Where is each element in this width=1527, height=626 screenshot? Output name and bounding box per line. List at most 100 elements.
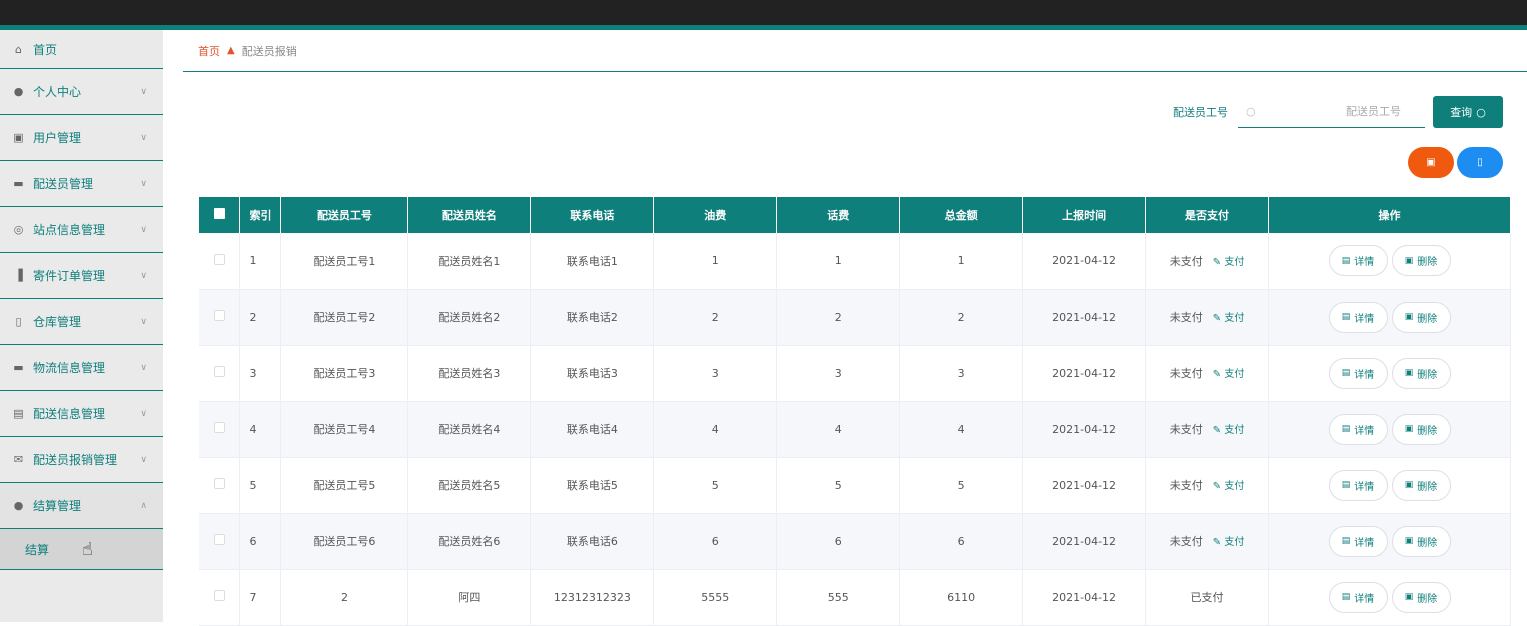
- cell-actions: ▤ 详情 ▣ 删除: [1268, 289, 1511, 346]
- detail-button[interactable]: ▤ 详情: [1328, 525, 1388, 557]
- row-checkbox[interactable]: [199, 457, 241, 514]
- pay-link[interactable]: ✎ 支付: [1213, 425, 1245, 436]
- sidebar-item-10[interactable]: ● 结算管理 ∧: [0, 483, 163, 529]
- cell-date: 2021-04-12: [1022, 569, 1147, 626]
- pay-link[interactable]: ✎ 支付: [1213, 257, 1245, 268]
- cell-name: 阿四: [407, 569, 532, 626]
- sidebar-item-2[interactable]: ▣ 用户管理 ∨: [0, 115, 163, 161]
- cell-total: 6110: [899, 569, 1024, 626]
- cell-tel: 3: [776, 345, 901, 402]
- search-bar: 配送员工号 ○ 查询 ○: [1173, 96, 1503, 128]
- detail-button[interactable]: ▤ 详情: [1328, 581, 1388, 613]
- search-field[interactable]: ○: [1238, 96, 1425, 128]
- delete-button[interactable]: ▣ 删除: [1391, 581, 1451, 613]
- document-icon: ▤: [1341, 424, 1351, 434]
- query-button[interactable]: 查询 ○: [1433, 96, 1503, 128]
- cell-name: 配送员姓名3: [407, 345, 532, 402]
- briefcase-icon: ▤: [13, 407, 24, 420]
- pay-link[interactable]: ✎ 支付: [1213, 313, 1245, 324]
- cell-phone: 联系电话4: [530, 401, 655, 458]
- cell-total: 1: [899, 233, 1024, 290]
- detail-button[interactable]: ▤ 详情: [1328, 413, 1388, 445]
- delete-button[interactable]: ▣ 删除: [1391, 301, 1451, 333]
- sidebar-item-label: 配送信息管理: [33, 407, 106, 421]
- sidebar-item-label: 物流信息管理: [33, 361, 106, 375]
- cell-name: 配送员姓名4: [407, 401, 532, 458]
- column-header: 配送员姓名: [407, 197, 532, 233]
- cell-idx: 1: [239, 233, 282, 290]
- pay-label: 支付: [1224, 256, 1245, 268]
- pay-label: 支付: [1224, 313, 1245, 324]
- cell-payment-status: 未支付 ✎ 支付: [1145, 289, 1270, 346]
- sidebar-item-8[interactable]: ▤ 配送信息管理 ∨: [0, 391, 163, 437]
- row-checkbox[interactable]: [199, 401, 241, 458]
- column-header: 操作: [1268, 197, 1511, 233]
- hand-cursor-icon: ☝: [82, 539, 93, 560]
- status-text: 已支付: [1190, 591, 1224, 604]
- trash-icon: ▣: [1404, 312, 1414, 322]
- delete-button[interactable]: ▣ 删除: [1391, 469, 1451, 501]
- mail-icon: ✉: [13, 453, 24, 466]
- table-row: 2 配送员工号2 配送员姓名2 联系电话2 2 2 2 2021-04-12 未支付 ✎ 支付 ▤ 详…: [199, 289, 1511, 346]
- row-checkbox[interactable]: [199, 569, 241, 626]
- pay-link[interactable]: ✎ 支付: [1213, 481, 1245, 492]
- delete-button[interactable]: ▣ 删除: [1391, 245, 1451, 277]
- cell-oil: 5555: [653, 569, 778, 626]
- pay-link[interactable]: ✎ 支付: [1213, 369, 1245, 380]
- table-row: 7 2 阿四 12312312323 5555 555 6110 2021-04-12 已支付 ▤…: [199, 569, 1511, 626]
- select-all-checkbox[interactable]: [199, 197, 241, 233]
- delete-label: 删除: [1417, 537, 1438, 549]
- column-header: 总金额: [899, 197, 1024, 233]
- row-checkbox[interactable]: [199, 289, 241, 346]
- row-checkbox[interactable]: [199, 513, 241, 570]
- detail-button[interactable]: ▤ 详情: [1328, 357, 1388, 389]
- delete-button[interactable]: ▣ 删除: [1391, 525, 1451, 557]
- batch-delete-button[interactable]: ▣: [1408, 147, 1454, 178]
- detail-button[interactable]: ▤ 详情: [1328, 301, 1388, 333]
- pay-link[interactable]: ✎ 支付: [1213, 537, 1245, 548]
- sidebar-item-9[interactable]: ✉ 配送员报销管理 ∨: [0, 437, 163, 483]
- sidebar-item-label: 首页: [33, 42, 58, 57]
- detail-button[interactable]: ▤ 详情: [1328, 469, 1388, 501]
- table-row: 3 配送员工号3 配送员姓名3 联系电话3 3 3 3 2021-04-12 未支付 ✎ 支付 ▤ 详…: [199, 345, 1511, 402]
- sidebar-subitem-label: 结算: [25, 542, 50, 557]
- document-icon: ▤: [1341, 368, 1351, 378]
- cell-date: 2021-04-12: [1022, 513, 1147, 570]
- cell-phone: 联系电话2: [530, 289, 655, 346]
- detail-button[interactable]: ▤ 详情: [1328, 245, 1388, 277]
- sidebar-item-4[interactable]: ◎ 站点信息管理 ∨: [0, 207, 163, 253]
- statistics-button[interactable]: ▯: [1457, 147, 1503, 178]
- sidebar-item-0[interactable]: ⌂ 首页: [0, 30, 163, 69]
- sidebar: ⌂ 首页 ● 个人中心 ∨ ▣ 用户管理 ∨ ▬ 配送员管理 ∨ ◎ 站点信息管理 ∨ ▐ 寄件订单管理 ∨ ▯ 仓…: [0, 30, 163, 622]
- breadcrumb: 首页 ▲ 配送员报销: [183, 30, 1527, 72]
- cell-total: 4: [899, 401, 1024, 458]
- house-icon: ▲: [227, 45, 235, 56]
- status-text: 未支付: [1169, 254, 1203, 268]
- sidebar-item-label: 站点信息管理: [33, 223, 106, 237]
- chevron-icon: ∨: [140, 224, 147, 235]
- row-checkbox[interactable]: [199, 233, 241, 290]
- cell-name: 配送员姓名5: [407, 457, 532, 514]
- delete-button[interactable]: ▣ 删除: [1391, 357, 1451, 389]
- document-icon: ▤: [1341, 312, 1351, 322]
- row-checkbox[interactable]: [199, 345, 241, 402]
- chevron-icon: ∨: [140, 362, 147, 373]
- cell-payment-status: 已支付: [1145, 569, 1270, 626]
- search-input[interactable]: [1255, 105, 1417, 118]
- cell-total: 2: [899, 289, 1024, 346]
- sidebar-item-3[interactable]: ▬ 配送员管理 ∨: [0, 161, 163, 207]
- edit-icon: ✎: [1212, 256, 1222, 268]
- delete-button[interactable]: ▣ 删除: [1391, 413, 1451, 445]
- sidebar-item-5[interactable]: ▐ 寄件订单管理 ∨: [0, 253, 163, 299]
- breadcrumb-home[interactable]: 首页: [198, 43, 220, 59]
- cell-oil: 1: [653, 233, 778, 290]
- detail-label: 详情: [1354, 313, 1375, 325]
- sidebar-item-1[interactable]: ● 个人中心 ∨: [0, 69, 163, 115]
- delete-label: 删除: [1417, 593, 1438, 605]
- detail-label: 详情: [1354, 257, 1375, 269]
- cell-date: 2021-04-12: [1022, 233, 1147, 290]
- table-row: 4 配送员工号4 配送员姓名4 联系电话4 4 4 4 2021-04-12 未支付 ✎ 支付 ▤ 详…: [199, 401, 1511, 458]
- sidebar-item-6[interactable]: ▯ 仓库管理 ∨: [0, 299, 163, 345]
- sidebar-subitem-settlement[interactable]: 结算 ☝: [0, 529, 163, 570]
- sidebar-item-7[interactable]: ▬ 物流信息管理 ∨: [0, 345, 163, 391]
